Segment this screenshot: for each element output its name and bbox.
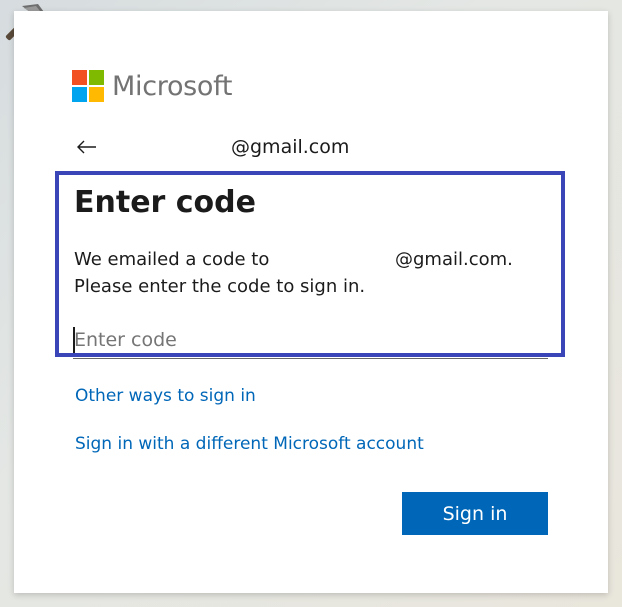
brand-name: Microsoft — [112, 70, 233, 102]
identity-banner: @gmail.com — [74, 133, 554, 161]
back-button[interactable] — [72, 133, 102, 161]
page-title: Enter code — [74, 185, 256, 220]
description: We emailed a code to @gmail.com. Please … — [74, 246, 544, 300]
sign-in-button[interactable]: Sign in — [402, 492, 548, 535]
description-prefix: We emailed a code to — [74, 249, 270, 270]
other-ways-link[interactable]: Other ways to sign in — [75, 386, 256, 406]
text-caret — [73, 327, 75, 353]
microsoft-logo: Microsoft — [72, 69, 232, 103]
sign-in-card: Microsoft @gmail.com Enter code We email… — [14, 11, 608, 593]
description-line2: Please enter the code to sign in. — [74, 276, 366, 297]
description-email: @gmail.com. — [395, 249, 513, 270]
microsoft-squares-icon — [72, 70, 104, 102]
arrow-left-icon — [77, 140, 96, 154]
identity-email: @gmail.com — [231, 136, 350, 158]
code-input-container — [73, 323, 548, 359]
different-account-link[interactable]: Sign in with a different Microsoft accou… — [75, 434, 424, 454]
code-input[interactable] — [73, 323, 548, 357]
